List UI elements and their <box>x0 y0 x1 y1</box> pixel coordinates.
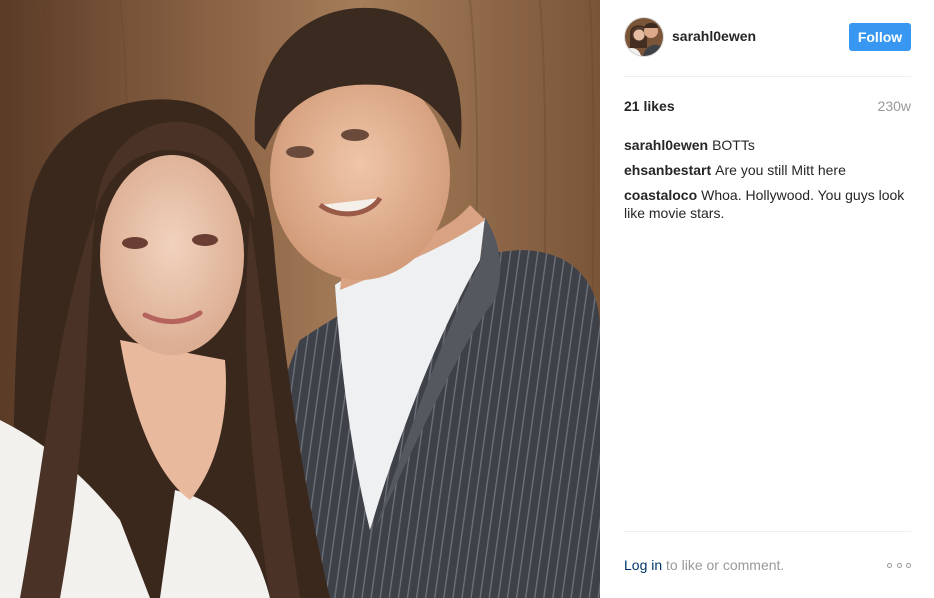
post-photo <box>0 0 600 598</box>
more-options-icon[interactable] <box>887 559 911 571</box>
login-prompt-text: to like or comment. <box>662 557 785 573</box>
comment-text: Are you still Mitt here <box>715 162 846 178</box>
login-prompt: Log in to like or comment. <box>624 557 784 573</box>
comment-author[interactable]: ehsanbestart <box>624 162 711 178</box>
post-header: sarahl0ewen Follow <box>624 16 911 77</box>
post-details-panel: sarahl0ewen Follow 21 likes 230w sarahl0… <box>600 0 934 598</box>
comment-item: sarahl0ewen BOTTs <box>624 136 911 154</box>
likes-count[interactable]: 21 likes <box>624 98 675 114</box>
comments-list: sarahl0ewen BOTTs ehsanbestart Are you sti… <box>624 136 911 229</box>
post-footer: Log in to like or comment. <box>624 531 911 598</box>
dot <box>906 562 911 568</box>
comment-author[interactable]: sarahl0ewen <box>624 137 708 153</box>
avatar[interactable] <box>624 17 664 57</box>
login-link[interactable]: Log in <box>624 557 662 573</box>
dot <box>896 562 902 568</box>
comment-text: BOTTs <box>712 137 755 153</box>
likes-row: 21 likes 230w <box>624 98 911 118</box>
post-timestamp[interactable]: 230w <box>878 98 911 114</box>
dot <box>887 562 892 568</box>
comment-item: coastaloco Whoa. Hollywood. You guys look… <box>624 186 911 222</box>
comment-item: ehsanbestart Are you still Mitt here <box>624 161 911 179</box>
follow-button[interactable]: Follow <box>849 23 911 51</box>
comment-author[interactable]: coastaloco <box>624 187 697 203</box>
username-link[interactable]: sarahl0ewen <box>672 28 756 44</box>
